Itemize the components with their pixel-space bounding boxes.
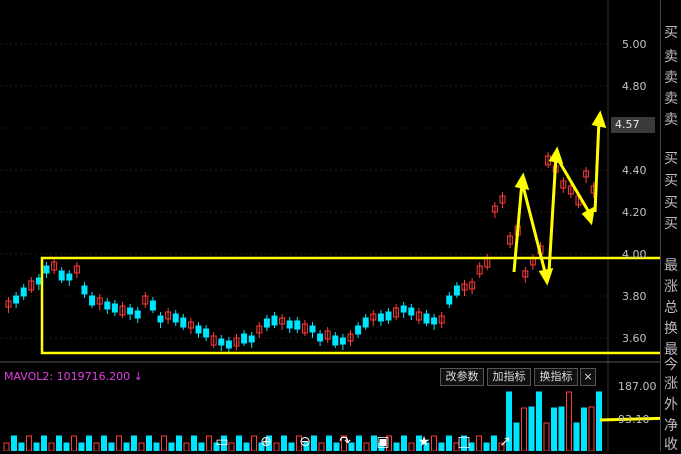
- volume-bar: [438, 442, 445, 451]
- zoom-out-icon[interactable]: ⊖: [294, 434, 316, 451]
- close-button[interactable]: ×: [580, 368, 596, 386]
- volume-bar: [56, 435, 62, 451]
- square-icon[interactable]: □: [453, 434, 475, 451]
- quote-label: 卖: [664, 70, 678, 86]
- price-tick: 4.80: [622, 80, 647, 93]
- quote-label: 买: [664, 151, 678, 167]
- quote-label: 总: [664, 300, 678, 316]
- volume-bar: [146, 435, 152, 451]
- price-tick: 4.40: [622, 164, 647, 177]
- volume-bar: [596, 391, 602, 451]
- modify-params-button[interactable]: 改参数: [440, 368, 484, 386]
- volume-bar: [101, 435, 107, 451]
- volume-bar: [401, 435, 407, 451]
- volume-bar: [63, 442, 70, 451]
- candles: [5, 152, 597, 353]
- volume-bar: [168, 442, 175, 451]
- volume-bar: [191, 435, 197, 451]
- volume-bar: [93, 442, 100, 451]
- volume-bar: [123, 442, 130, 451]
- zoom-in-icon[interactable]: ⊕: [255, 434, 277, 451]
- quote-label: 今: [664, 357, 678, 373]
- volume-bar: [356, 435, 362, 451]
- price-tick: 4.20: [622, 206, 647, 219]
- price-tick: 5.00: [622, 38, 647, 51]
- volume-bar: [551, 407, 557, 451]
- volume-bar: [476, 435, 482, 451]
- quote-label: 买: [664, 216, 678, 232]
- volume-bar: [108, 442, 115, 451]
- quote-label: 买: [664, 25, 678, 41]
- save-icon[interactable]: ▣: [372, 434, 394, 451]
- current-price-tag: 4.57: [611, 117, 655, 133]
- price-tick: 3.80: [622, 290, 647, 303]
- quote-label: 涨: [664, 376, 678, 392]
- volume-bar: [588, 406, 595, 451]
- volume-bar: [48, 442, 55, 451]
- quote-label: 卖: [664, 112, 678, 128]
- chart-stage: 5.00 4.80 4.40 4.20 4.00 3.80 3.60 4.57 …: [0, 0, 681, 453]
- volume-bar: [138, 442, 145, 451]
- volume-bar: [41, 435, 47, 451]
- volume-bar: [161, 435, 167, 451]
- volume-bar: [393, 442, 400, 451]
- redo-icon[interactable]: ↷: [334, 434, 356, 451]
- quote-label: 涨: [664, 279, 678, 295]
- add-indicator-button[interactable]: 加指标: [487, 368, 531, 386]
- volume-bar: [86, 435, 92, 451]
- volume-bar: [281, 435, 287, 451]
- volume-bar: [116, 435, 122, 451]
- volume-bar: [198, 442, 205, 451]
- volume-bar: [581, 407, 587, 451]
- share-icon[interactable]: ↗: [494, 434, 516, 451]
- volume-bar: [326, 435, 332, 451]
- star-icon[interactable]: ★: [413, 434, 435, 451]
- price-tick: 4.00: [622, 248, 647, 261]
- volume-bar: [483, 442, 490, 451]
- price-tick: 3.60: [622, 332, 647, 345]
- arrow-down-icon: ↓: [133, 370, 143, 383]
- volume-bar: [521, 407, 527, 451]
- rect-icon[interactable]: ▭: [211, 434, 233, 451]
- indicator-value: 1019716.200: [56, 370, 131, 383]
- volume-indicator-label: MAVOL2: 1019716.200 ↓: [4, 370, 143, 383]
- volume-bar: [153, 442, 160, 451]
- quote-label: 外: [664, 397, 678, 413]
- quote-label: 收: [664, 437, 678, 453]
- volume-bar: [11, 435, 17, 451]
- volume-bar: [573, 422, 580, 451]
- volume-bar: [71, 435, 77, 451]
- volume-bar: [566, 391, 572, 451]
- volume-bar: [131, 435, 137, 451]
- quote-label: 净: [664, 418, 678, 434]
- quote-label: 买: [664, 195, 678, 211]
- volume-bar: [3, 442, 10, 451]
- volume-bar: [363, 442, 370, 451]
- volume-bar: [236, 435, 242, 451]
- volume-tick: 187.00: [618, 380, 657, 393]
- volume-bar: [543, 422, 550, 451]
- quote-panel: 买 卖 卖 卖 卖 买 买 买 买 最 涨 总 换 最 今 涨 外 净 收: [660, 0, 681, 453]
- volume-bar: [558, 406, 565, 451]
- volume-tick: 93.10: [618, 413, 650, 426]
- volume-bar: [318, 442, 325, 451]
- switch-indicator-button[interactable]: 换指标: [534, 368, 578, 386]
- quote-label: 卖: [664, 91, 678, 107]
- volume-bar: [18, 442, 25, 451]
- volume-bar: [446, 435, 452, 451]
- volume-bar: [528, 406, 535, 451]
- quote-label: 卖: [664, 49, 678, 65]
- volume-bar: [33, 442, 40, 451]
- indicator-name: MAVOL2:: [4, 370, 57, 383]
- volume-bar: [183, 442, 190, 451]
- volume-bar: [243, 442, 250, 451]
- volume-bar: [78, 442, 85, 451]
- volume-bar: [176, 435, 182, 451]
- quote-label: 最: [664, 258, 678, 274]
- volume-bar: [26, 435, 32, 451]
- volume-bar: [536, 391, 542, 451]
- quote-label: 换: [664, 321, 678, 337]
- quote-label: 买: [664, 173, 678, 189]
